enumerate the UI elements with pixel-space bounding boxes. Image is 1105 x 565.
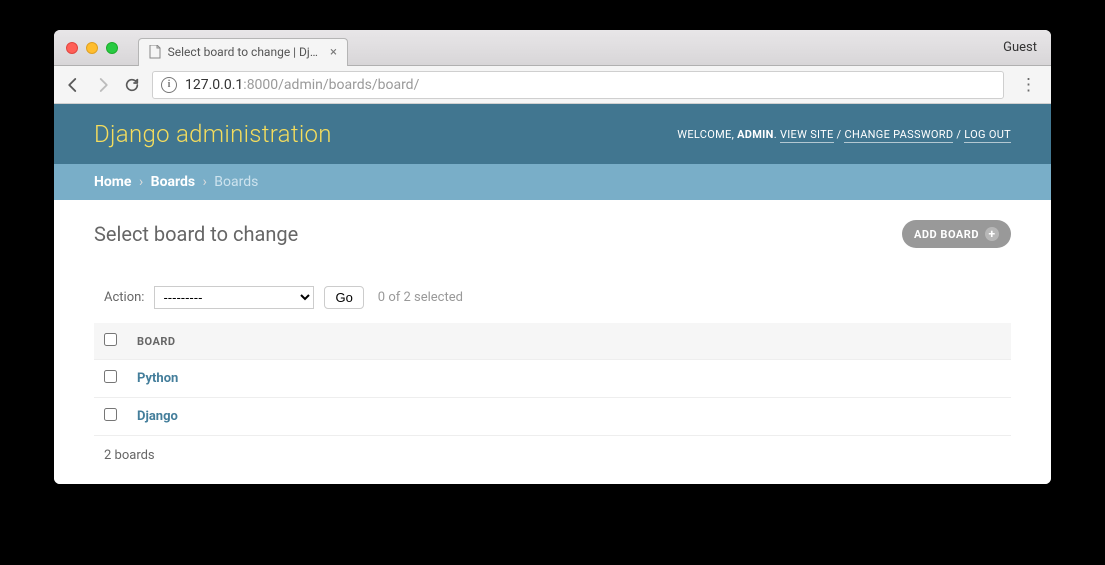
browser-toolbar: i 127.0.0.1:8000/admin/boards/board/ ⋮ [54, 66, 1051, 104]
admin-header: Django administration WELCOME, ADMIN. VI… [54, 104, 1051, 164]
breadcrumb-sep: › [135, 174, 147, 190]
tab-close-icon[interactable]: × [330, 45, 337, 60]
page-content: Django administration WELCOME, ADMIN. VI… [54, 104, 1051, 484]
url-text: 127.0.0.1:8000/admin/boards/board/ [185, 77, 419, 93]
select-all-checkbox[interactable] [104, 333, 117, 346]
add-board-label: ADD BOARD [914, 228, 979, 241]
breadcrumb-app[interactable]: Boards [151, 174, 195, 190]
results-table: BOARD Python Django [94, 323, 1011, 436]
reload-button[interactable] [124, 77, 140, 93]
browser-menu-button[interactable]: ⋮ [1016, 75, 1041, 95]
welcome-text: WELCOME, [677, 128, 734, 141]
add-board-button[interactable]: ADD BOARD + [902, 220, 1011, 248]
row-name-cell: Django [127, 398, 1011, 436]
view-site-link[interactable]: VIEW SITE [780, 128, 834, 143]
breadcrumb-current: Boards [214, 174, 258, 190]
select-all-header [94, 323, 127, 360]
browser-window: Select board to change | Django × Guest … [54, 30, 1051, 484]
column-header-board[interactable]: BOARD [127, 323, 1011, 360]
address-bar[interactable]: i 127.0.0.1:8000/admin/boards/board/ [152, 71, 1004, 99]
page-title: Select board to change [94, 222, 298, 246]
user-tools: WELCOME, ADMIN. VIEW SITE / CHANGE PASSW… [677, 128, 1011, 141]
site-title: Django administration [94, 120, 332, 148]
row-link[interactable]: Python [137, 371, 178, 386]
action-select[interactable]: --------- [154, 286, 314, 309]
table-row: Django [94, 398, 1011, 436]
page-heading-row: Select board to change ADD BOARD + [94, 220, 1011, 248]
forward-button[interactable] [94, 76, 112, 94]
back-button[interactable] [64, 76, 82, 94]
browser-tab[interactable]: Select board to change | Django × [138, 38, 348, 66]
action-label: Action: [104, 290, 144, 305]
site-info-icon[interactable]: i [161, 77, 177, 93]
row-check-cell [94, 398, 127, 436]
tab-title: Select board to change | Django [168, 45, 320, 59]
breadcrumbs: Home › Boards › Boards [54, 164, 1051, 200]
change-password-link[interactable]: CHANGE PASSWORD [844, 128, 953, 143]
titlebar: Select board to change | Django × Guest [54, 30, 1051, 66]
profile-label[interactable]: Guest [1003, 40, 1037, 55]
changelist-module: Select board to change ADD BOARD + Actio… [54, 200, 1051, 484]
traffic-lights [54, 42, 118, 54]
page-icon [149, 45, 162, 59]
row-link[interactable]: Django [137, 409, 178, 424]
window-close-button[interactable] [66, 42, 78, 54]
breadcrumb-home[interactable]: Home [94, 174, 131, 190]
row-checkbox[interactable] [104, 370, 117, 383]
url-host: 127.0.0.1 [185, 77, 243, 93]
plus-icon: + [985, 227, 999, 241]
go-button[interactable]: Go [324, 286, 363, 309]
paginator: 2 boards [94, 436, 1011, 475]
action-counter: 0 of 2 selected [378, 290, 463, 305]
actions-bar: Action: --------- Go 0 of 2 selected [94, 276, 1011, 319]
window-maximize-button[interactable] [106, 42, 118, 54]
username: ADMIN [737, 128, 774, 141]
url-path: :8000/admin/boards/board/ [243, 77, 419, 93]
logout-link[interactable]: LOG OUT [964, 128, 1011, 143]
row-check-cell [94, 360, 127, 398]
breadcrumb-sep: › [199, 174, 211, 190]
table-row: Python [94, 360, 1011, 398]
window-minimize-button[interactable] [86, 42, 98, 54]
row-name-cell: Python [127, 360, 1011, 398]
row-checkbox[interactable] [104, 408, 117, 421]
